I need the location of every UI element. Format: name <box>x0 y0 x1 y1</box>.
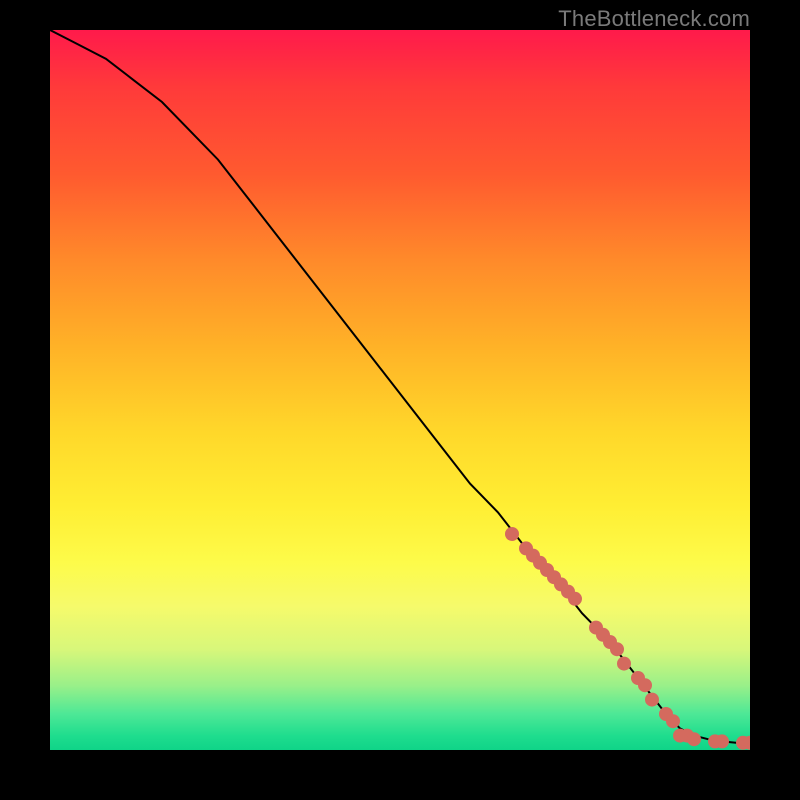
attribution-label: TheBottleneck.com <box>558 6 750 32</box>
plot-area <box>50 30 750 750</box>
chart-frame: TheBottleneck.com <box>0 0 800 800</box>
